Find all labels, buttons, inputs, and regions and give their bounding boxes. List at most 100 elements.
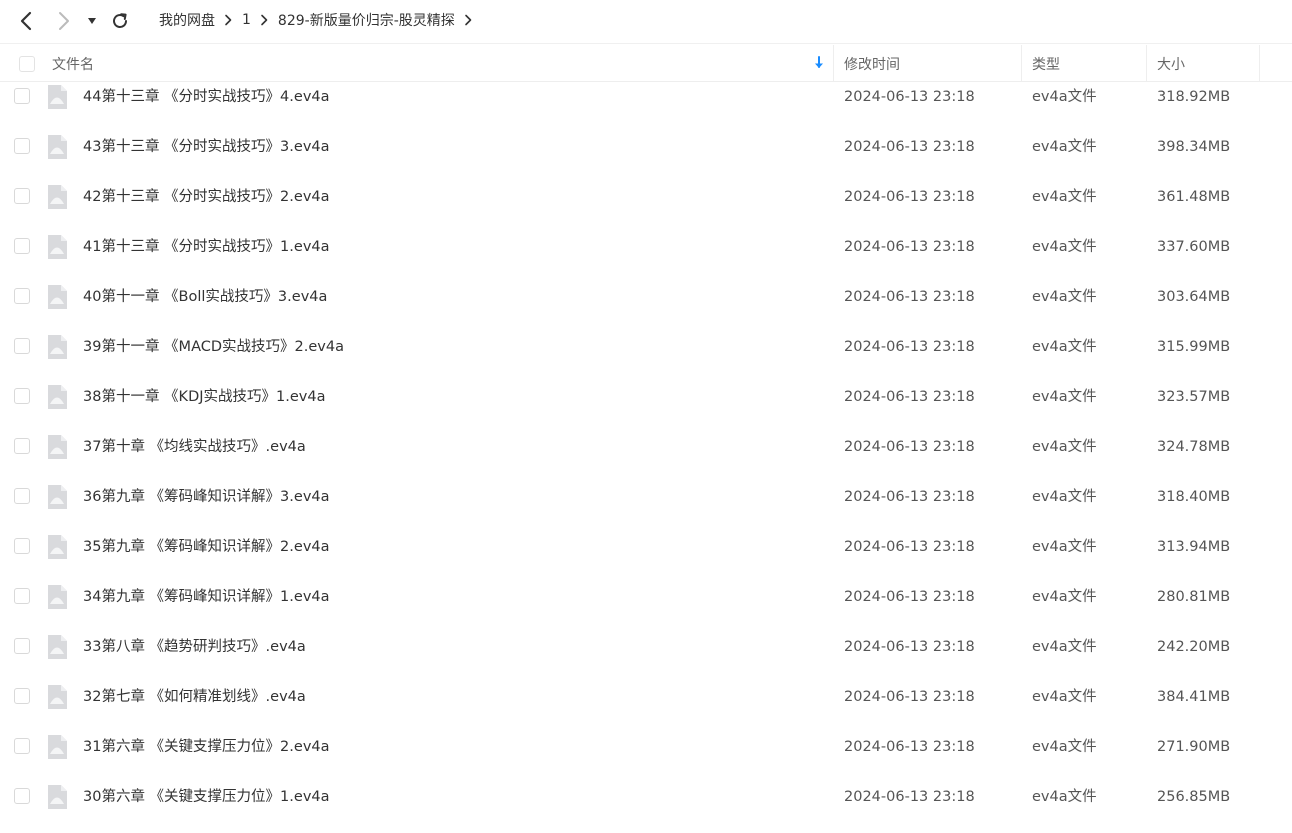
file-icon: [48, 685, 67, 709]
file-checkbox[interactable]: [14, 338, 30, 354]
file-icon: [48, 785, 67, 809]
file-row[interactable]: 43第十三章 《分时实战技巧》3.ev4a 2024-06-13 23:18 ev4…: [0, 122, 1292, 172]
navigation-bar: 我的网盘 1 829-新版量价归宗-股灵精探: [0, 0, 1292, 44]
file-modified-time: 2024-06-13 23:18: [844, 439, 975, 455]
file-size: 324.78MB: [1157, 439, 1231, 455]
file-name[interactable]: 32第七章 《如何精准划线》.ev4a: [83, 672, 306, 722]
file-modified-time: 2024-06-13 23:18: [844, 689, 975, 705]
file-type: ev4a文件: [1032, 389, 1097, 405]
file-size: 318.40MB: [1157, 489, 1231, 505]
file-checkbox[interactable]: [14, 88, 30, 104]
file-type: ev4a文件: [1032, 189, 1097, 205]
history-dropdown-button[interactable]: [80, 8, 104, 34]
refresh-icon: [113, 13, 127, 28]
file-icon: [48, 635, 67, 659]
file-size: 361.48MB: [1157, 189, 1231, 205]
file-name[interactable]: 44第十三章 《分时实战技巧》4.ev4a: [83, 72, 330, 122]
file-name[interactable]: 42第十三章 《分时实战技巧》2.ev4a: [83, 172, 330, 222]
file-checkbox[interactable]: [14, 788, 30, 804]
file-row[interactable]: 31第六章 《关键支撑压力位》2.ev4a 2024-06-13 23:18 ev4…: [0, 722, 1292, 772]
file-modified-time: 2024-06-13 23:18: [844, 89, 975, 105]
file-checkbox[interactable]: [14, 238, 30, 254]
file-type: ev4a文件: [1032, 89, 1097, 105]
back-button[interactable]: [12, 8, 40, 34]
file-row[interactable]: 32第七章 《如何精准划线》.ev4a 2024-06-13 23:18 ev4a文…: [0, 672, 1292, 722]
breadcrumb-item-current-folder[interactable]: 829-新版量价归宗-股灵精探: [278, 10, 455, 30]
file-modified-time: 2024-06-13 23:18: [844, 339, 975, 355]
select-all-checkbox[interactable]: [19, 55, 35, 72]
file-row[interactable]: 35第九章 《筹码峰知识详解》2.ev4a 2024-06-13 23:18 ev4…: [0, 522, 1292, 572]
file-name[interactable]: 37第十章 《均线实战技巧》.ev4a: [83, 422, 306, 472]
file-icon: [48, 185, 67, 209]
file-checkbox[interactable]: [14, 638, 30, 654]
file-type: ev4a文件: [1032, 539, 1097, 555]
file-checkbox[interactable]: [14, 138, 30, 154]
file-name[interactable]: 33第八章 《趋势研判技巧》.ev4a: [83, 622, 306, 672]
file-checkbox[interactable]: [14, 588, 30, 604]
file-type: ev4a文件: [1032, 239, 1097, 255]
chevron-right-icon: [260, 14, 268, 26]
file-name[interactable]: 36第九章 《筹码峰知识详解》3.ev4a: [83, 472, 330, 522]
file-name[interactable]: 41第十三章 《分时实战技巧》1.ev4a: [83, 222, 330, 272]
file-checkbox[interactable]: [14, 388, 30, 404]
file-row[interactable]: 36第九章 《筹码峰知识详解》3.ev4a 2024-06-13 23:18 ev4…: [0, 472, 1292, 522]
file-size: 323.57MB: [1157, 389, 1231, 405]
file-icon: [48, 435, 67, 459]
file-icon: [48, 735, 67, 759]
file-icon: [48, 85, 67, 109]
file-icon: [48, 535, 67, 559]
file-size: 337.60MB: [1157, 239, 1231, 255]
file-name[interactable]: 30第六章 《关键支撑压力位》1.ev4a: [83, 772, 330, 822]
file-checkbox[interactable]: [14, 688, 30, 704]
file-type: ev4a文件: [1032, 739, 1097, 755]
breadcrumb-item-my-drive[interactable]: 我的网盘: [159, 10, 215, 30]
file-row[interactable]: 33第八章 《趋势研判技巧》.ev4a 2024-06-13 23:18 ev4a文…: [0, 622, 1292, 672]
file-row[interactable]: 40第十一章 《Boll实战技巧》3.ev4a 2024-06-13 23:18 e…: [0, 272, 1292, 322]
file-name[interactable]: 35第九章 《筹码峰知识详解》2.ev4a: [83, 522, 330, 572]
chevron-right-icon: [59, 12, 69, 30]
file-checkbox[interactable]: [14, 488, 30, 504]
file-size: 242.20MB: [1157, 639, 1231, 655]
file-icon: [48, 585, 67, 609]
breadcrumb-item-folder-1[interactable]: 1: [242, 12, 251, 28]
file-row[interactable]: 34第九章 《筹码峰知识详解》1.ev4a 2024-06-13 23:18 ev4…: [0, 572, 1292, 622]
file-row[interactable]: 37第十章 《均线实战技巧》.ev4a 2024-06-13 23:18 ev4a文…: [0, 422, 1292, 472]
file-checkbox[interactable]: [14, 188, 30, 204]
file-modified-time: 2024-06-13 23:18: [844, 189, 975, 205]
file-name[interactable]: 34第九章 《筹码峰知识详解》1.ev4a: [83, 572, 330, 622]
file-size: 313.94MB: [1157, 539, 1231, 555]
file-modified-time: 2024-06-13 23:18: [844, 489, 975, 505]
file-row[interactable]: 42第十三章 《分时实战技巧》2.ev4a 2024-06-13 23:18 ev4…: [0, 172, 1292, 222]
file-type: ev4a文件: [1032, 339, 1097, 355]
file-icon: [48, 135, 67, 159]
refresh-button[interactable]: [106, 8, 134, 34]
file-name[interactable]: 39第十一章 《MACD实战技巧》2.ev4a: [83, 322, 344, 372]
file-icon: [48, 285, 67, 309]
file-name[interactable]: 38第十一章 《KDJ实战技巧》1.ev4a: [83, 372, 325, 422]
file-size: 271.90MB: [1157, 739, 1231, 755]
file-type: ev4a文件: [1032, 589, 1097, 605]
sort-descending-icon[interactable]: [813, 55, 825, 71]
forward-button[interactable]: [50, 8, 78, 34]
file-row[interactable]: 39第十一章 《MACD实战技巧》2.ev4a 2024-06-13 23:18 e…: [0, 322, 1292, 372]
file-checkbox[interactable]: [14, 288, 30, 304]
chevron-right-icon: [224, 14, 232, 26]
file-name[interactable]: 40第十一章 《Boll实战技巧》3.ev4a: [83, 272, 327, 322]
file-row[interactable]: 30第六章 《关键支撑压力位》1.ev4a 2024-06-13 23:18 ev4…: [0, 772, 1292, 822]
file-checkbox[interactable]: [14, 538, 30, 554]
file-name[interactable]: 43第十三章 《分时实战技巧》3.ev4a: [83, 122, 330, 172]
file-size: 256.85MB: [1157, 789, 1231, 805]
file-checkbox[interactable]: [14, 738, 30, 754]
file-type: ev4a文件: [1032, 489, 1097, 505]
caret-down-icon: [88, 18, 96, 24]
file-type: ev4a文件: [1032, 139, 1097, 155]
file-checkbox[interactable]: [14, 438, 30, 454]
file-row[interactable]: 44第十三章 《分时实战技巧》4.ev4a 2024-06-13 23:18 ev4…: [0, 72, 1292, 122]
file-row[interactable]: 38第十一章 《KDJ实战技巧》1.ev4a 2024-06-13 23:18 ev…: [0, 372, 1292, 422]
file-icon: [48, 385, 67, 409]
breadcrumb: 我的网盘 1 829-新版量价归宗-股灵精探: [159, 0, 482, 40]
file-type: ev4a文件: [1032, 439, 1097, 455]
file-name[interactable]: 31第六章 《关键支撑压力位》2.ev4a: [83, 722, 330, 772]
file-type: ev4a文件: [1032, 789, 1097, 805]
file-row[interactable]: 41第十三章 《分时实战技巧》1.ev4a 2024-06-13 23:18 ev4…: [0, 222, 1292, 272]
